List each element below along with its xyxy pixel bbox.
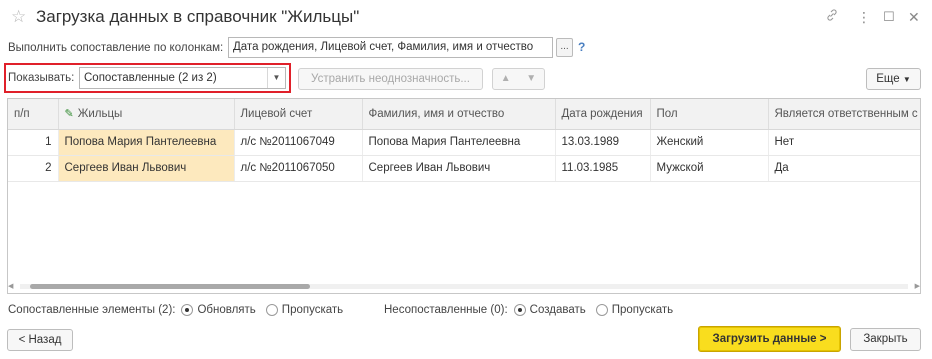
help-icon[interactable]: ? [578, 40, 585, 54]
table-cell[interactable]: Сергеев Иван Львович [58, 155, 235, 182]
column-header[interactable]: п/п [8, 99, 59, 130]
matching-table: п/п ✎ Жильцы Лицевой счет Фамилия, имя и … [7, 98, 921, 294]
column-header[interactable]: Является ответственным с [768, 99, 920, 130]
show-label: Показывать: [8, 72, 75, 84]
maximize-icon[interactable]: ☐ [883, 7, 895, 27]
unmatched-label: Несопоставленные (0): [384, 304, 508, 316]
resolve-ambiguity-button[interactable]: Устранить неоднозначность... [298, 68, 483, 90]
link-icon[interactable] [825, 7, 839, 27]
more-button[interactable]: Еще ▼ [866, 68, 921, 90]
move-buttons: ▲ ▼ [492, 68, 545, 90]
table-row[interactable]: 2 Сергеев Иван Львович л/с №2011067050 С… [8, 155, 920, 182]
column-header[interactable]: Фамилия, имя и отчество [362, 99, 556, 130]
chevron-down-icon: ▼ [902, 75, 911, 84]
load-data-button[interactable]: Загрузить данные > [698, 326, 841, 352]
choose-columns-button[interactable]: ... [556, 38, 573, 57]
show-filter-select[interactable]: Сопоставленные (2 из 2) ▼ [79, 67, 286, 89]
table-cell: Попова Мария Пантелеевна [362, 129, 556, 156]
table-cell: л/с №2011067050 [234, 155, 363, 182]
chevron-down-icon[interactable]: ▼ [267, 68, 285, 88]
table-cell: Сергеев Иван Львович [362, 155, 556, 182]
window-title: Загрузка данных в справочник "Жильцы" [36, 7, 360, 26]
radio-matched-skip[interactable] [265, 304, 278, 316]
matched-label: Сопоставленные элементы (2): [8, 304, 176, 316]
back-button[interactable]: < Назад [7, 329, 73, 351]
more-button-label: Еще [876, 73, 900, 85]
arrow-up-icon[interactable]: ▲ [493, 69, 519, 89]
unmatched-options: Несопоставленные (0): Создавать Пропуска… [384, 303, 673, 317]
scrollbar-thumb[interactable] [30, 284, 310, 289]
table-cell: Женский [650, 129, 769, 156]
radio-matched-update[interactable] [181, 304, 194, 316]
table-cell: 13.03.1989 [555, 129, 651, 156]
radio-unmatched-create-label[interactable]: Создавать [530, 303, 586, 317]
radio-unmatched-skip[interactable] [595, 304, 608, 316]
column-header[interactable]: ✎ Жильцы [58, 99, 235, 130]
column-header[interactable]: Дата рождения [555, 99, 651, 130]
radio-matched-skip-label[interactable]: Пропускать [282, 303, 343, 317]
table-cell: 11.03.1985 [555, 155, 651, 182]
horizontal-scrollbar[interactable]: ◀ ▶ [8, 280, 920, 293]
mapping-columns-field[interactable]: Дата рождения, Лицевой счет, Фамилия, им… [228, 37, 553, 58]
close-icon[interactable]: ✕ [908, 7, 920, 27]
table-cell[interactable]: Попова Мария Пантелеевна [58, 129, 235, 156]
table-cell: Нет [768, 129, 920, 156]
table-cell: Да [768, 155, 920, 182]
table-cell: 2 [8, 155, 59, 182]
radio-matched-update-label[interactable]: Обновлять [197, 303, 255, 317]
table-cell: Мужской [650, 155, 769, 182]
matched-options: Сопоставленные элементы (2): Обновлять П… [8, 303, 343, 317]
table-header: п/п ✎ Жильцы Лицевой счет Фамилия, имя и … [8, 99, 920, 130]
close-button[interactable]: Закрыть [850, 328, 921, 351]
pencil-icon: ✎ [64, 108, 74, 121]
mapping-label: Выполнить сопоставление по колонкам: [8, 42, 224, 54]
arrow-down-icon[interactable]: ▼ [519, 69, 545, 89]
show-filter-value: Сопоставленные (2 из 2) [84, 72, 217, 84]
column-header[interactable]: Лицевой счет [234, 99, 363, 130]
scroll-right-icon[interactable]: ▶ [915, 280, 920, 293]
more-icon[interactable]: ⋮ [857, 7, 871, 27]
radio-unmatched-skip-label[interactable]: Пропускать [612, 303, 673, 317]
column-header[interactable]: Пол [650, 99, 769, 130]
column-header-label: Жильцы [77, 108, 123, 121]
table-cell: л/с №2011067049 [234, 129, 363, 156]
radio-unmatched-create[interactable] [513, 304, 526, 316]
scroll-left-icon[interactable]: ◀ [8, 280, 13, 293]
table-cell: 1 [8, 129, 59, 156]
star-icon[interactable]: ☆ [11, 7, 26, 27]
table-row[interactable]: 1 Попова Мария Пантелеевна л/с №20110670… [8, 129, 920, 156]
